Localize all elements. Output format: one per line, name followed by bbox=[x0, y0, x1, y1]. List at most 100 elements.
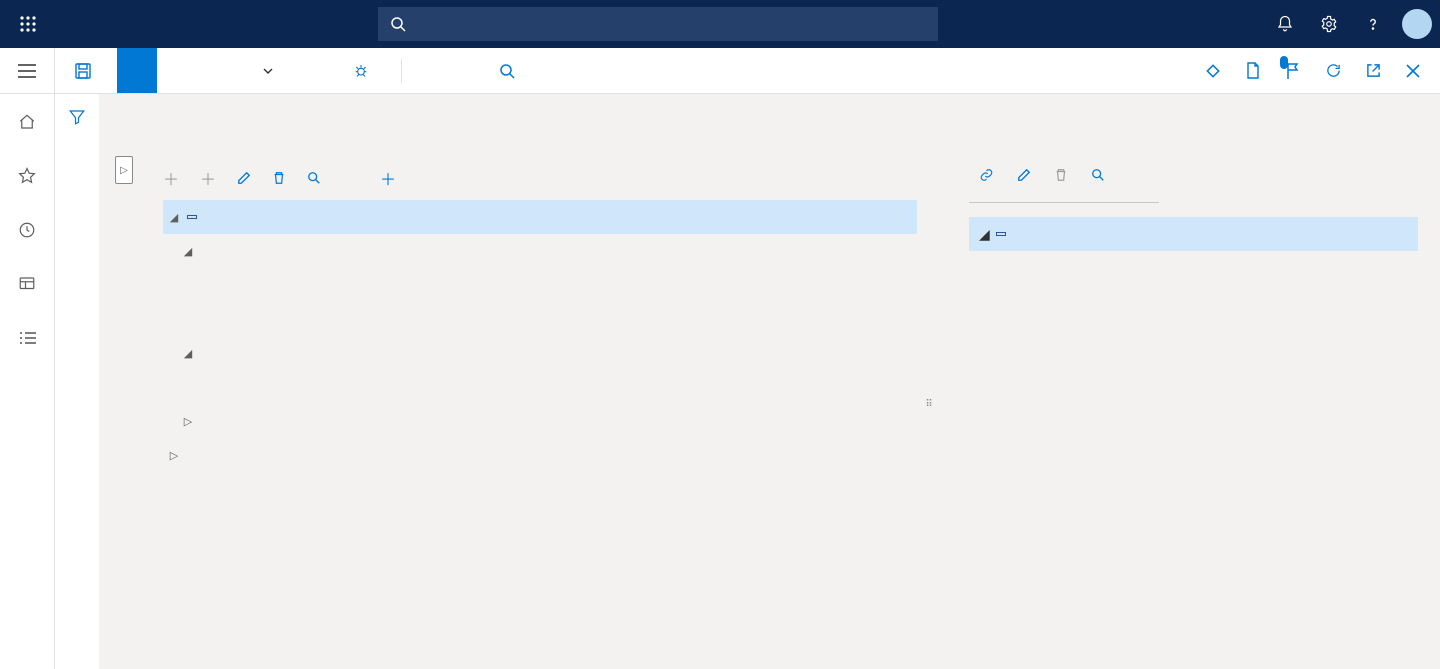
bell-icon bbox=[1276, 15, 1294, 33]
tree-node-lines[interactable]: ▷ bbox=[163, 404, 917, 438]
global-search[interactable] bbox=[378, 7, 938, 41]
global-search-input[interactable] bbox=[414, 15, 926, 33]
tree-node-groupedtrans[interactable]: ◢ bbox=[163, 200, 917, 234]
ds-delete-button[interactable] bbox=[272, 171, 291, 185]
refresh-button[interactable] bbox=[1314, 48, 1352, 94]
diamond-icon bbox=[1205, 63, 1221, 79]
tree-node-vendoraccount[interactable] bbox=[163, 370, 917, 404]
add-root-button[interactable]: ＋ bbox=[163, 166, 184, 190]
tree-node-grouped[interactable]: ◢ bbox=[163, 336, 917, 370]
refresh-icon bbox=[1325, 62, 1342, 79]
model-search-button[interactable] bbox=[1091, 168, 1110, 182]
show-name-first-button[interactable] bbox=[157, 48, 197, 93]
save-icon bbox=[75, 63, 91, 79]
question-icon bbox=[1364, 15, 1382, 33]
popout-button[interactable] bbox=[1354, 48, 1392, 94]
home-icon bbox=[18, 113, 36, 131]
attachments-button[interactable] bbox=[1234, 48, 1272, 94]
body: ▷ ＋ ＋ ＋ ◢ ◢ bbox=[0, 94, 1440, 669]
clock-icon bbox=[18, 221, 36, 239]
rail-home[interactable] bbox=[7, 106, 47, 138]
data-model-panel: ◢ bbox=[939, 156, 1418, 472]
ribbon bbox=[0, 48, 1440, 94]
rail-modules[interactable] bbox=[7, 322, 47, 354]
data-sources-tree: ◢ ◢ ◢ bbox=[163, 200, 917, 472]
twisty-open-icon[interactable]: ◢ bbox=[181, 245, 195, 258]
messages-button[interactable] bbox=[1274, 48, 1312, 94]
root-definition-value[interactable] bbox=[969, 196, 1159, 203]
close-button[interactable] bbox=[1394, 48, 1432, 94]
gear-icon bbox=[1320, 15, 1338, 33]
filter-button[interactable] bbox=[68, 108, 86, 669]
star-icon bbox=[18, 167, 36, 185]
search-icon bbox=[307, 171, 321, 185]
model-edit-button[interactable] bbox=[1017, 168, 1036, 182]
twisty-open-icon[interactable]: ◢ bbox=[979, 226, 990, 243]
main-content: ▷ ＋ ＋ ＋ ◢ ◢ bbox=[99, 94, 1440, 669]
link-icon bbox=[979, 168, 994, 182]
tree-node-amountmst[interactable] bbox=[163, 302, 917, 336]
user-avatar[interactable] bbox=[1402, 9, 1432, 39]
save-button[interactable] bbox=[55, 48, 117, 93]
messages-badge bbox=[1280, 56, 1288, 69]
separator bbox=[401, 59, 402, 83]
tabs bbox=[127, 134, 1418, 142]
chevron-down-icon bbox=[263, 68, 273, 74]
ds-edit-button[interactable] bbox=[237, 171, 256, 185]
unbind-button[interactable] bbox=[1054, 168, 1073, 182]
waffle-icon bbox=[20, 16, 36, 32]
twisty-closed-icon[interactable]: ▷ bbox=[181, 415, 195, 428]
trash-icon bbox=[1054, 168, 1068, 182]
twisty-closed-icon[interactable]: ▷ bbox=[167, 449, 181, 462]
ds-search-button[interactable] bbox=[307, 171, 326, 185]
document-icon bbox=[1246, 62, 1260, 79]
trash-icon bbox=[272, 171, 286, 185]
search-icon bbox=[1091, 168, 1105, 182]
search-icon bbox=[499, 63, 515, 79]
ribbon-search-button[interactable] bbox=[488, 48, 526, 94]
personalize-button[interactable] bbox=[1194, 48, 1232, 94]
group-view-button[interactable] bbox=[197, 48, 237, 93]
show-all-dropdown[interactable] bbox=[237, 48, 293, 93]
splitter[interactable]: ⠿ bbox=[925, 336, 931, 472]
add-button[interactable]: ＋ bbox=[200, 166, 221, 190]
settings-button[interactable] bbox=[1308, 0, 1350, 48]
tree-node-amountcur[interactable] bbox=[163, 268, 917, 302]
twisty-open-icon[interactable]: ◢ bbox=[181, 347, 195, 360]
left-rail bbox=[0, 94, 55, 669]
nav-toggle-button[interactable] bbox=[0, 48, 55, 93]
options-menu[interactable] bbox=[448, 48, 488, 93]
help-button[interactable] bbox=[1352, 0, 1394, 48]
rail-recent[interactable] bbox=[7, 214, 47, 246]
validate-button[interactable] bbox=[293, 48, 333, 93]
collapse-handle[interactable]: ▷ bbox=[115, 156, 133, 184]
data-sources-panel: ▷ ＋ ＋ ＋ ◢ ◢ bbox=[127, 156, 917, 472]
funnel-icon bbox=[68, 108, 86, 126]
show-details-button[interactable] bbox=[117, 48, 157, 93]
model-node-accountnumber[interactable] bbox=[969, 251, 1418, 285]
tree-node-trans[interactable]: ▷ bbox=[163, 438, 917, 472]
data-model-tree: ◢ bbox=[969, 217, 1418, 285]
tree-node-aggregated[interactable]: ◢ bbox=[163, 234, 917, 268]
twisty-open-icon[interactable]: ◢ bbox=[167, 211, 181, 224]
notifications-button[interactable] bbox=[1264, 0, 1306, 48]
app-launcher-button[interactable] bbox=[8, 4, 48, 44]
hamburger-icon bbox=[18, 64, 36, 78]
tree-node-label bbox=[187, 215, 197, 219]
bind-button[interactable] bbox=[979, 168, 999, 182]
filter-column bbox=[55, 94, 99, 669]
ds-cache-button[interactable]: ＋ bbox=[380, 166, 401, 190]
rail-workspaces[interactable] bbox=[7, 268, 47, 300]
model-node-label bbox=[996, 232, 1006, 236]
pencil-icon bbox=[1017, 168, 1031, 182]
search-icon bbox=[390, 16, 406, 32]
start-debugging-button[interactable] bbox=[333, 48, 395, 93]
close-icon bbox=[1406, 64, 1420, 78]
top-bar bbox=[0, 0, 1440, 48]
pencil-icon bbox=[237, 171, 251, 185]
view-menu[interactable] bbox=[408, 48, 448, 93]
model-node-vendor[interactable]: ◢ bbox=[969, 217, 1418, 251]
rail-favorites[interactable] bbox=[7, 160, 47, 192]
debug-icon bbox=[353, 63, 369, 79]
popout-icon bbox=[1366, 63, 1381, 78]
